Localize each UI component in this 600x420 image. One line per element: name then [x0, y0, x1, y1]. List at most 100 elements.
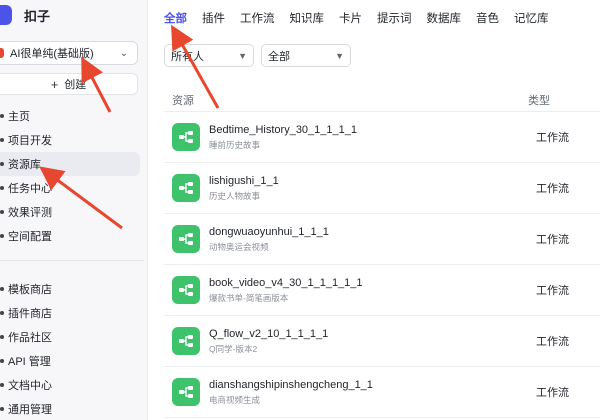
- sidebar-item-label: 任务中心: [8, 183, 52, 195]
- sidebar-item-label: 插件商店: [8, 308, 52, 320]
- coze-logo-icon: [0, 5, 12, 25]
- resource-description: Q同学-版本2: [209, 343, 258, 354]
- tab-voices[interactable]: 音色: [476, 10, 499, 30]
- sidebar-item-template-store[interactable]: 模板商店: [0, 277, 140, 301]
- resource-type: 工作流: [536, 285, 569, 297]
- row-text: Bedtime_History_30_1_1_1_1 睡前历史故事: [209, 124, 529, 151]
- type-filter-value: 全部: [268, 50, 290, 63]
- table-row[interactable]: dongwuaoyunhui_1_1_1 动物奥运会视频 工作流: [164, 214, 600, 265]
- sidebar-item-label: 通用管理: [8, 404, 52, 416]
- table-header: 资源 类型: [164, 88, 600, 112]
- community-icon: [0, 335, 4, 339]
- resource-type: 工作流: [536, 183, 569, 195]
- settings-icon: [0, 234, 4, 238]
- tab-workflows[interactable]: 工作流: [240, 10, 275, 30]
- api-icon: [0, 359, 4, 363]
- workspace-name: AI很单纯(基础版): [10, 48, 94, 60]
- resource-type: 工作流: [536, 132, 569, 144]
- workflow-icon: [172, 378, 200, 406]
- evaluation-icon: [0, 210, 4, 214]
- workflow-icon: [172, 225, 200, 253]
- sidebar-item-library[interactable]: 资源库: [0, 152, 140, 176]
- resource-title: dianshangshipinshengcheng_1_1: [209, 378, 373, 391]
- table-row[interactable]: Q_flow_v2_10_1_1_1_1 Q同学-版本2 工作流: [164, 316, 600, 367]
- resource-description: 电商视频生成: [209, 394, 261, 405]
- resource-description: 睡前历史故事: [209, 139, 261, 150]
- resource-type: 工作流: [536, 234, 569, 246]
- sidebar-item-tasks[interactable]: 任务中心: [0, 176, 140, 200]
- workspace-selector[interactable]: AI很单纯(基础版) ⌄: [0, 41, 138, 65]
- tab-memory[interactable]: 记忆库: [514, 10, 549, 30]
- resource-description: 动物奥运会视频: [209, 241, 269, 252]
- workflow-icon: [172, 174, 200, 202]
- sidebar-item-general-settings[interactable]: 通用管理: [0, 397, 140, 420]
- nav-divider: [0, 260, 144, 261]
- resource-table: Bedtime_History_30_1_1_1_1 睡前历史故事 工作流 li…: [164, 112, 600, 418]
- create-button[interactable]: + 创建: [0, 73, 138, 95]
- plus-icon: +: [50, 76, 59, 92]
- sidebar-item-label: 资源库: [8, 159, 41, 171]
- row-text: lishigushi_1_1 历史人物故事: [209, 175, 529, 202]
- sidebar-item-label: 效果评测: [8, 207, 52, 219]
- chevron-down-icon: ⌄: [119, 47, 129, 59]
- workflow-icon: [172, 123, 200, 151]
- sidebar-item-label: API 管理: [8, 356, 51, 368]
- table-row[interactable]: dianshangshipinshengcheng_1_1 电商视频生成 工作流: [164, 367, 600, 418]
- plugin-icon: [0, 311, 4, 315]
- sidebar-item-docs[interactable]: 文档中心: [0, 373, 140, 397]
- tab-plugins[interactable]: 插件: [202, 10, 225, 30]
- sidebar-item-evaluation[interactable]: 效果评测: [0, 200, 140, 224]
- table-row[interactable]: book_video_v4_30_1_1_1_1_1 爆款书单-简笔画版本 工作…: [164, 265, 600, 316]
- resource-title: dongwuaoyunhui_1_1_1: [209, 225, 329, 238]
- resource-type: 工作流: [536, 387, 569, 399]
- create-button-label: 创建: [64, 79, 87, 91]
- table-row[interactable]: Bedtime_History_30_1_1_1_1 睡前历史故事 工作流: [164, 112, 600, 163]
- sidebar-item-label: 文档中心: [8, 380, 52, 392]
- tab-all[interactable]: 全部: [164, 10, 187, 30]
- resource-type: 工作流: [536, 336, 569, 348]
- sidebar-item-home[interactable]: 主页: [0, 104, 140, 128]
- library-icon: [0, 162, 4, 166]
- column-header-resource: 资源: [172, 94, 194, 107]
- resource-description: 历史人物故事: [209, 190, 261, 201]
- resource-description: 爆款书单-简笔画版本: [209, 292, 289, 303]
- brand[interactable]: 扣子: [0, 4, 50, 26]
- manage-icon: [0, 407, 4, 411]
- sidebar-item-label: 主页: [8, 111, 30, 123]
- sidebar-item-label: 作品社区: [8, 332, 52, 344]
- resource-title: Bedtime_History_30_1_1_1_1: [209, 123, 357, 136]
- sidebar-item-api[interactable]: API 管理: [0, 349, 140, 373]
- workspace-avatar-icon: [0, 48, 4, 58]
- docs-icon: [0, 383, 4, 387]
- tab-cards[interactable]: 卡片: [339, 10, 362, 30]
- sidebar-item-label: 空间配置: [8, 231, 52, 243]
- workflow-icon: [172, 276, 200, 304]
- resource-title: Q_flow_v2_10_1_1_1_1: [209, 327, 329, 340]
- row-text: dongwuaoyunhui_1_1_1 动物奥运会视频: [209, 226, 529, 253]
- resource-title: lishigushi_1_1: [209, 174, 279, 187]
- resource-title: book_video_v4_30_1_1_1_1_1: [209, 276, 363, 289]
- sidebar-item-label: 项目开发: [8, 135, 52, 147]
- sidebar-item-projects[interactable]: 项目开发: [0, 128, 140, 152]
- column-header-type: 类型: [528, 94, 550, 107]
- row-text: Q_flow_v2_10_1_1_1_1 Q同学-版本2: [209, 328, 529, 355]
- template-icon: [0, 287, 4, 291]
- owner-filter-value: 所有人: [171, 50, 204, 63]
- sidebar-item-label: 模板商店: [8, 284, 52, 296]
- tab-database[interactable]: 数据库: [427, 10, 462, 30]
- table-row[interactable]: lishigushi_1_1 历史人物故事 工作流: [164, 163, 600, 214]
- sidebar-item-plugin-store[interactable]: 插件商店: [0, 301, 140, 325]
- owner-filter-select[interactable]: 所有人 ▼: [164, 44, 254, 67]
- sidebar-item-space-settings[interactable]: 空间配置: [0, 224, 140, 248]
- tab-knowledge[interactable]: 知识库: [290, 10, 325, 30]
- nav-secondary: 模板商店 插件商店 作品社区 API 管理 文档中心 通用管理: [0, 277, 140, 420]
- sidebar: 扣子 AI很单纯(基础版) ⌄ + 创建 主页 项目开发 资源库 任务中心 效果…: [0, 0, 148, 420]
- home-icon: [0, 114, 4, 118]
- sidebar-item-community[interactable]: 作品社区: [0, 325, 140, 349]
- chevron-down-icon: ▼: [335, 50, 344, 61]
- workflow-icon: [172, 327, 200, 355]
- tab-prompts[interactable]: 提示词: [377, 10, 412, 30]
- row-text: book_video_v4_30_1_1_1_1_1 爆款书单-简笔画版本: [209, 277, 529, 304]
- app-name: 扣子: [24, 8, 51, 24]
- type-filter-select[interactable]: 全部 ▼: [261, 44, 351, 67]
